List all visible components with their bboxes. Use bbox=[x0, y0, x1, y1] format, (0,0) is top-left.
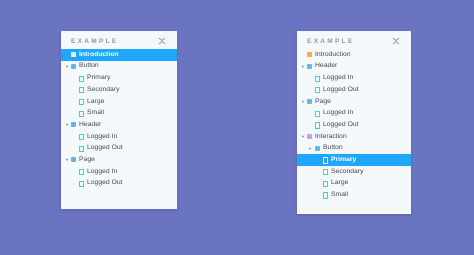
collapse-icon[interactable] bbox=[392, 37, 400, 45]
component-icon bbox=[71, 157, 76, 163]
component-icon bbox=[307, 99, 312, 105]
chevron-down-icon bbox=[65, 119, 70, 131]
story-icon bbox=[315, 75, 321, 82]
panel-title: EXAMPLE bbox=[71, 38, 119, 45]
story-icon bbox=[79, 110, 85, 117]
tree-item-label: Logged In bbox=[87, 132, 118, 140]
tree-view: Introduction Header Logged In Logged Out Pag… bbox=[297, 49, 411, 201]
tree-item-label: Logged In bbox=[87, 167, 118, 175]
story-icon bbox=[79, 180, 85, 187]
folder-icon bbox=[307, 134, 312, 140]
tree-item[interactable]: Logged Out bbox=[297, 119, 411, 131]
tree-item[interactable]: Primary bbox=[297, 154, 411, 166]
panel-title: EXAMPLE bbox=[307, 38, 355, 45]
chevron-down-icon bbox=[301, 96, 306, 108]
sidebar-panel-left: EXAMPLE Introduction Button Primary Seconda… bbox=[61, 31, 177, 209]
component-icon bbox=[315, 145, 320, 151]
doc-icon bbox=[71, 52, 76, 58]
tree-item[interactable]: Large bbox=[61, 96, 177, 108]
story-icon bbox=[79, 87, 85, 94]
tree-item[interactable]: Large bbox=[297, 178, 411, 190]
story-icon bbox=[79, 75, 85, 82]
tree-item[interactable]: Button bbox=[297, 143, 411, 155]
tree-item-label: Secondary bbox=[331, 167, 364, 175]
chevron-down-icon bbox=[308, 143, 313, 155]
component-icon bbox=[307, 63, 312, 69]
tree-item-label: Button bbox=[79, 62, 99, 70]
tree-item-label: Primary bbox=[87, 74, 111, 82]
tree-item[interactable]: Logged Out bbox=[61, 143, 177, 155]
tree-item[interactable]: Button bbox=[61, 61, 177, 73]
tree-item[interactable]: Logged In bbox=[61, 131, 177, 143]
tree-item[interactable]: Page bbox=[297, 96, 411, 108]
tree-item-label: Introduction bbox=[79, 50, 119, 58]
story-icon bbox=[323, 180, 329, 187]
tree-item-label: Primary bbox=[331, 155, 357, 163]
story-icon bbox=[315, 122, 321, 129]
tree-item[interactable]: Primary bbox=[61, 72, 177, 84]
tree-item[interactable]: Secondary bbox=[61, 84, 177, 96]
story-icon bbox=[323, 169, 329, 176]
tree-item[interactable]: Introduction bbox=[61, 49, 177, 61]
tree-item-label: Button bbox=[323, 144, 343, 152]
chevron-down-icon bbox=[65, 154, 70, 166]
tree-item-label: Large bbox=[331, 179, 349, 187]
sidebar-panel-right: EXAMPLE Introduction Header Logged In Logge… bbox=[297, 31, 411, 214]
story-icon bbox=[79, 169, 85, 176]
collapse-icon[interactable] bbox=[158, 37, 166, 45]
component-icon bbox=[71, 63, 76, 69]
tree-item-label: Large bbox=[87, 97, 105, 105]
tree-item-label: Logged Out bbox=[323, 120, 359, 128]
tree-item-label: Logged Out bbox=[323, 85, 359, 93]
tree-item-label: Page bbox=[79, 155, 95, 163]
chevron-down-icon bbox=[301, 131, 306, 143]
doc-icon bbox=[307, 52, 312, 58]
panel-header: EXAMPLE bbox=[297, 31, 411, 49]
component-icon bbox=[71, 122, 76, 128]
story-icon bbox=[315, 110, 321, 117]
tree-item-label: Interaction bbox=[315, 132, 347, 140]
story-icon bbox=[323, 157, 329, 164]
tree-item[interactable]: Interaction bbox=[297, 131, 411, 143]
story-icon bbox=[79, 134, 85, 141]
tree-item-label: Small bbox=[87, 109, 104, 117]
tree-item-label: Secondary bbox=[87, 85, 120, 93]
tree-item[interactable]: Secondary bbox=[297, 166, 411, 178]
tree-item[interactable]: Small bbox=[297, 189, 411, 201]
tree-item-label: Logged Out bbox=[87, 179, 123, 187]
tree-item-label: Header bbox=[315, 62, 338, 70]
tree-item-label: Introduction bbox=[315, 50, 351, 58]
tree-item[interactable]: Page bbox=[61, 154, 177, 166]
tree-item[interactable]: Logged In bbox=[297, 72, 411, 84]
tree-item-label: Logged In bbox=[323, 74, 354, 82]
tree-item-label: Header bbox=[79, 120, 102, 128]
tree-item-label: Logged In bbox=[323, 109, 354, 117]
tree-item[interactable]: Header bbox=[297, 61, 411, 73]
story-icon bbox=[79, 145, 85, 152]
panel-header: EXAMPLE bbox=[61, 31, 177, 49]
tree-item-label: Page bbox=[315, 97, 331, 105]
tree-item[interactable]: Header bbox=[61, 119, 177, 131]
story-icon bbox=[79, 98, 85, 106]
chevron-down-icon bbox=[65, 61, 70, 73]
tree-item[interactable]: Logged Out bbox=[297, 84, 411, 96]
tree-item[interactable]: Logged Out bbox=[61, 178, 177, 190]
tree-item[interactable]: Small bbox=[61, 107, 177, 119]
story-icon bbox=[323, 192, 329, 199]
tree-item[interactable]: Introduction bbox=[297, 49, 411, 61]
tree-item-label: Logged Out bbox=[87, 144, 123, 152]
tree-item-label: Small bbox=[331, 191, 348, 199]
tree-view: Introduction Button Primary Secondary Large S… bbox=[61, 49, 177, 189]
tree-item[interactable]: Logged In bbox=[297, 107, 411, 119]
story-icon bbox=[315, 87, 321, 94]
tree-item[interactable]: Logged In bbox=[61, 166, 177, 178]
chevron-down-icon bbox=[301, 61, 306, 73]
